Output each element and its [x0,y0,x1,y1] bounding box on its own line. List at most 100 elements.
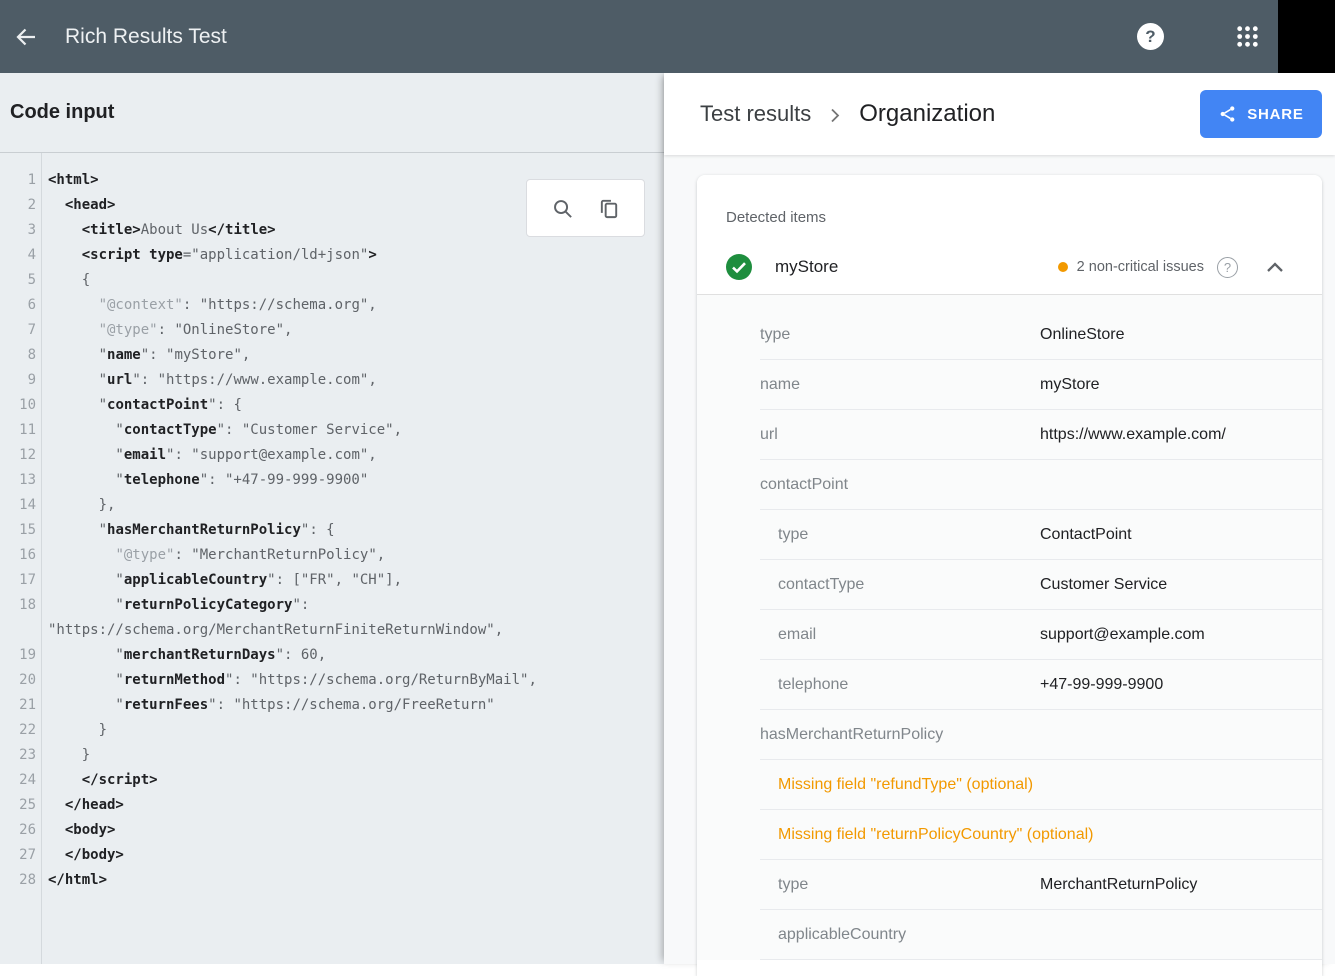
property-row: typeOnlineStore [697,310,1322,360]
code-line: 25 </head> [0,793,664,818]
code-panel-title: Code input [10,101,114,124]
property-row: contactPoint [697,460,1322,510]
code-line: 12 "email": "support@example.com", [0,443,664,468]
code-line-text: </body> [41,843,124,868]
card-header-section: Detected items myStore 2 non-critical is… [697,175,1322,294]
property-row: namemyStore [697,360,1322,410]
apps-grid-button[interactable] [1235,24,1260,49]
breadcrumb-current-page: Organization [859,100,995,128]
copy-icon [598,197,621,220]
property-label: type [778,876,808,894]
property-table: typeOnlineStorenamemyStoreurlhttps://www… [697,295,1322,960]
code-line-text: "contactType": "Customer Service", [41,418,402,443]
property-label: applicableCountry [778,926,906,944]
code-line-text: "name": "myStore", [41,343,250,368]
code-line-text: <script type="application/ld+json"> [41,243,377,268]
line-number: 21 [0,693,41,718]
line-number: 11 [0,418,41,443]
code-line: 23 } [0,743,664,768]
property-label: type [760,326,790,344]
code-line: 5 { [0,268,664,293]
code-line-text: "email": "support@example.com", [41,443,377,468]
issues-help-button[interactable]: ? [1217,257,1238,278]
property-label: hasMerchantReturnPolicy [760,726,943,744]
line-number: 5 [0,268,41,293]
property-value: ContactPoint [1040,526,1132,544]
code-line: 16 "@type": "MerchantReturnPolicy", [0,543,664,568]
search-code-button[interactable] [551,197,574,220]
code-line-text: <html> [41,168,99,193]
code-line-text: "contactPoint": { [41,393,242,418]
line-number: 25 [0,793,41,818]
warning-row: Missing field "refundType" (optional) [697,760,1322,810]
property-label: contactPoint [760,476,848,494]
code-editor[interactable]: 1<html>2 <head>3 <title>About Us</title>… [0,153,664,964]
test-results-panel: Test results Organization SHARE Detected… [664,73,1335,964]
code-line-text: <title>About Us</title> [41,218,276,243]
property-row: emailsupport@example.com [697,610,1322,660]
detected-item-name: myStore [775,257,838,277]
share-icon [1218,104,1237,124]
app-title: Rich Results Test [65,25,227,49]
line-number: 20 [0,668,41,693]
property-row: telephone +47-99-999-9900 [697,660,1322,710]
line-number: 16 [0,543,41,568]
property-row: contactTypeCustomer Service [697,560,1322,610]
check-circle-icon [726,254,752,280]
code-line-text: "returnFees": "https://schema.org/FreeRe… [41,693,495,718]
warning-text: Missing field "refundType" (optional) [778,776,1033,794]
chevron-up-icon [1266,262,1284,272]
code-line: 7 "@type": "OnlineStore", [0,318,664,343]
code-panel-header: Code input [0,73,664,153]
collapse-button[interactable] [1266,262,1284,272]
code-line-text: <body> [41,818,115,843]
line-number: 26 [0,818,41,843]
back-button[interactable] [4,15,48,59]
property-label: type [778,526,808,544]
help-button[interactable]: ? [1137,23,1164,50]
account-avatar-placeholder[interactable] [1278,0,1335,73]
copy-code-button[interactable] [598,197,621,220]
code-line-text: "merchantReturnDays": 60, [41,643,326,668]
code-line-text: "applicableCountry": ["FR", "CH"], [41,568,402,593]
property-value: +47-99-999-9900 [1040,676,1163,694]
code-input-panel: Code input 1<html>2 <head>3 <title>About… [0,73,664,964]
line-number: 8 [0,343,41,368]
property-label: telephone [778,676,848,694]
property-label: email [778,626,816,644]
code-line-text: "https://schema.org/MerchantReturnFinite… [41,618,503,643]
line-number: 15 [0,518,41,543]
code-line: 14 }, [0,493,664,518]
code-line-text: "@type": "MerchantReturnPolicy", [41,543,385,568]
property-value: myStore [1040,376,1100,394]
property-row: urlhttps://www.example.com/ [697,410,1322,460]
line-number: 23 [0,743,41,768]
line-number: 22 [0,718,41,743]
code-line: 26 <body> [0,818,664,843]
line-number: 9 [0,368,41,393]
code-line: 21 "returnFees": "https://schema.org/Fre… [0,693,664,718]
code-line: 24 </script> [0,768,664,793]
line-number: 4 [0,243,41,268]
breadcrumb-test-results[interactable]: Test results [700,101,811,127]
property-row: typeMerchantReturnPolicy [697,860,1322,910]
code-line-text: } [41,743,90,768]
line-number: 19 [0,643,41,668]
code-line: "https://schema.org/MerchantReturnFinite… [0,618,664,643]
help-filled-icon: ? [1145,27,1155,47]
code-line-text: "returnMethod": "https://schema.org/Retu… [41,668,537,693]
code-line: 9 "url": "https://www.example.com", [0,368,664,393]
property-label: url [760,426,778,444]
code-line: 22 } [0,718,664,743]
code-line-text: </head> [41,793,124,818]
code-line-text: "@context": "https://schema.org", [41,293,377,318]
share-button[interactable]: SHARE [1200,90,1322,138]
warning-row: Missing field "returnPolicyCountry" (opt… [697,810,1322,860]
code-line: 20 "returnMethod": "https://schema.org/R… [0,668,664,693]
code-line: 4 <script type="application/ld+json"> [0,243,664,268]
code-line-text: "url": "https://www.example.com", [41,368,377,393]
code-line: 18 "returnPolicyCategory": [0,593,664,618]
line-number: 27 [0,843,41,868]
detected-item-accordion-header[interactable]: myStore 2 non-critical issues ? [726,240,1284,294]
code-line: 28</html> [0,868,664,893]
